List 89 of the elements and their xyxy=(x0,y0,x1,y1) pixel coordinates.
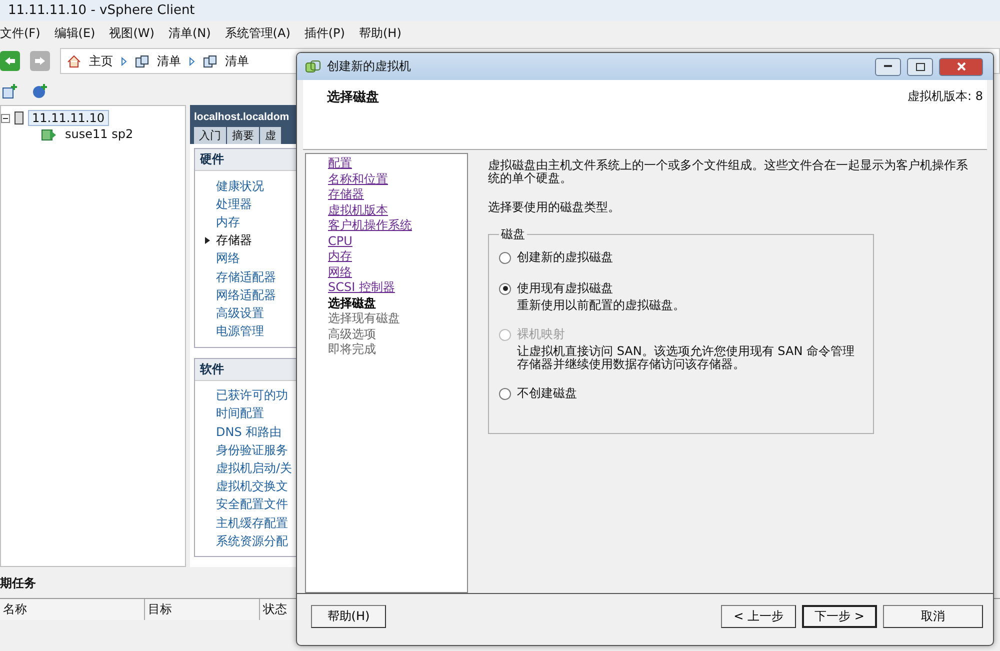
wizard-step: 高级选项 xyxy=(328,326,467,342)
section-link[interactable]: 时间配置 xyxy=(216,405,264,422)
right-arrow-icon xyxy=(34,56,46,66)
menu-item[interactable]: 视图(W) xyxy=(109,24,154,42)
breadcrumb-item[interactable]: 清单 xyxy=(225,52,249,70)
section-link[interactable]: 内存 xyxy=(216,214,240,231)
breadcrumb-item[interactable]: 主页 xyxy=(89,52,113,70)
menu-item[interactable]: 清单(N) xyxy=(168,24,211,42)
radio-button[interactable] xyxy=(499,282,511,294)
radio-button[interactable] xyxy=(499,388,511,400)
wizard-step: 选择现有磁盘 xyxy=(328,311,467,326)
wizard-step[interactable]: 网络 xyxy=(328,264,467,280)
column-header[interactable]: 目标 xyxy=(145,599,260,620)
inventory-icon xyxy=(203,54,217,68)
wizard-step: 即将完成 xyxy=(328,342,467,358)
section-link[interactable]: 存储器 xyxy=(216,232,252,250)
minimize-icon xyxy=(884,65,892,68)
section-link[interactable]: 网络 xyxy=(216,250,240,268)
wizard-step[interactable]: 虚拟机版本 xyxy=(328,202,467,218)
tree-item[interactable]: suse11 sp2 xyxy=(61,126,138,142)
section-link[interactable]: 安全配置文件 xyxy=(216,496,288,514)
host-title: localhost.localdom xyxy=(193,110,290,125)
new-globe-icon[interactable] xyxy=(32,83,48,99)
version-label: 虚拟机版本: 8 xyxy=(908,88,983,105)
left-arrow-icon xyxy=(4,56,16,66)
breadcrumb-item[interactable]: 清单 xyxy=(157,52,181,70)
tab[interactable]: 入门 xyxy=(194,127,226,144)
wizard-step: 选择磁盘 xyxy=(328,296,467,311)
close-button[interactable] xyxy=(939,58,983,76)
window-title: 11.11.11.10 - vSphere Client xyxy=(8,3,195,18)
new-vm-icon[interactable] xyxy=(2,83,18,99)
server-icon xyxy=(14,111,24,125)
collapse-icon[interactable] xyxy=(1,114,10,122)
section-link[interactable]: 主机缓存配置 xyxy=(216,514,288,532)
next-button[interactable]: 下一步 > xyxy=(802,605,877,628)
section-link[interactable]: 电源管理 xyxy=(216,323,264,340)
prompt-text: 选择要使用的磁盘类型。 xyxy=(488,201,621,214)
radio-option[interactable]: 不创建磁盘 xyxy=(499,385,863,402)
vm-icon xyxy=(41,127,57,141)
wizard-step[interactable]: SCSI 控制器 xyxy=(328,280,467,296)
group-title: 磁盘 xyxy=(500,226,526,243)
back-button[interactable] xyxy=(0,51,20,71)
intro-text: 虚拟磁盘由主机文件系统上的一个或多个文件组成。这些文件合在一起显示为客户机操作系统的单个硬盘。 xyxy=(488,159,969,185)
page-heading: 选择磁盘 xyxy=(327,89,379,107)
help-button[interactable]: 帮助(H) xyxy=(311,605,386,628)
section-link[interactable]: 高级设置 xyxy=(216,304,264,322)
section-link[interactable]: 健康状况 xyxy=(216,178,264,195)
tasks-title: 期任务 xyxy=(0,575,37,592)
tab[interactable]: 虚 xyxy=(260,127,281,144)
menu-item[interactable]: 编辑(E) xyxy=(54,24,96,42)
option-description: 重新使用以前配置的虚拟磁盘。 xyxy=(517,299,686,312)
wizard-step[interactable]: 配置 xyxy=(328,156,467,172)
section-link[interactable]: 虚拟机交换文 xyxy=(216,478,288,496)
cancel-button[interactable]: 取消 xyxy=(883,605,983,628)
menu-item[interactable]: 帮助(H) xyxy=(358,24,402,42)
menu-item[interactable]: 插件(P) xyxy=(304,24,345,42)
section-link[interactable]: 网络适配器 xyxy=(216,286,276,304)
minimize-button[interactable] xyxy=(875,58,901,76)
maximize-button[interactable] xyxy=(907,58,933,76)
dialog-title: 创建新的虚拟机 xyxy=(327,58,412,75)
tree-item[interactable]: 11.11.11.10 xyxy=(28,110,109,126)
section-link[interactable]: 虚拟机启动/关 xyxy=(216,460,292,478)
chevron-icon xyxy=(189,56,195,66)
radio-option[interactable]: 使用现有虚拟磁盘 xyxy=(499,280,863,297)
menu-item[interactable]: 文件(F) xyxy=(0,24,40,42)
home-icon xyxy=(67,54,81,68)
section-link[interactable]: DNS 和路由 xyxy=(216,424,282,441)
vm-icon xyxy=(305,58,321,74)
close-icon xyxy=(956,62,966,71)
radio-button[interactable] xyxy=(499,252,511,264)
section-link[interactable]: 存储适配器 xyxy=(216,268,276,286)
menu-item[interactable]: 系统管理(A) xyxy=(224,24,290,42)
section-link[interactable]: 已获许可的功 xyxy=(216,387,288,404)
tab[interactable]: 摘要 xyxy=(227,127,259,144)
wizard-step[interactable]: 存储器 xyxy=(328,187,467,202)
chevron-icon xyxy=(121,56,127,66)
radio-option[interactable]: 创建新的虚拟磁盘 xyxy=(499,249,863,266)
inventory-icon xyxy=(135,54,149,68)
wizard-step[interactable]: 客户机操作系统 xyxy=(328,218,467,234)
option-description: 让虚拟机直接访问 SAN。该选项允许您使用现有 SAN 命令管理存储器并继续使用数据存储访问该存储器。 xyxy=(517,345,856,371)
section-link[interactable]: 处理器 xyxy=(216,196,252,213)
column-header[interactable]: 名称 xyxy=(0,599,145,620)
section-link[interactable]: 系统资源分配 xyxy=(216,532,288,550)
section-link[interactable]: 身份验证服务 xyxy=(216,442,288,459)
back-button[interactable]: < 上一步 xyxy=(721,605,796,628)
wizard-step[interactable]: 名称和位置 xyxy=(328,172,467,187)
wizard-step[interactable]: CPU xyxy=(328,234,467,249)
maximize-icon xyxy=(916,62,924,70)
wizard-step[interactable]: 内存 xyxy=(328,249,467,264)
